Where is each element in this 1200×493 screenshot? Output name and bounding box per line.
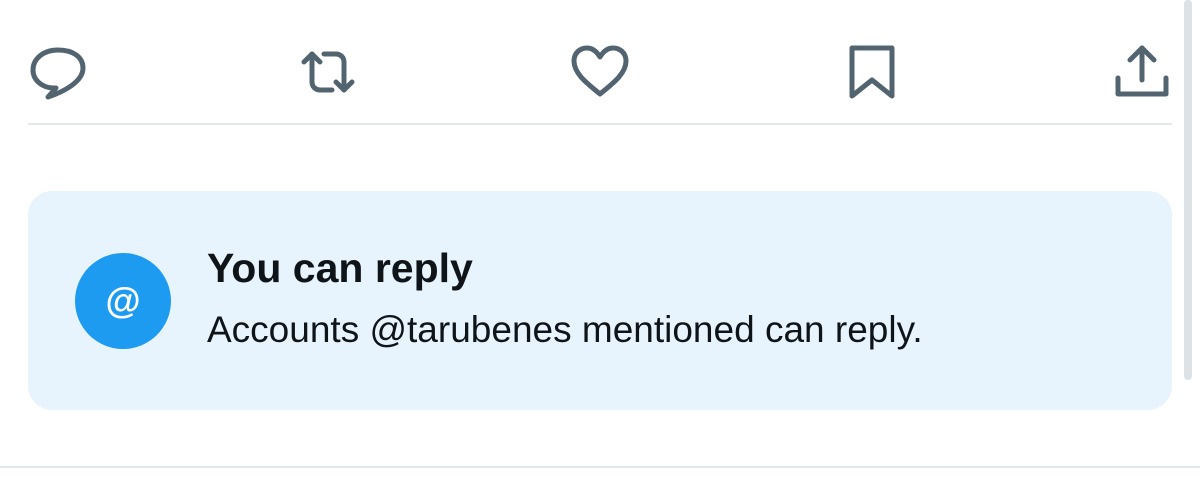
- reply-permission-title: You can reply: [207, 245, 473, 291]
- action-bar-divider: [28, 123, 1172, 125]
- like-button[interactable]: [570, 42, 630, 102]
- reply-permission-card: @ You can reply Accounts @tarubenes ment…: [28, 191, 1172, 410]
- share-button[interactable]: [1112, 42, 1172, 102]
- section-divider: [0, 466, 1200, 468]
- reply-permission-subtitle: Accounts @tarubenes mentioned can reply.: [207, 309, 923, 350]
- share-icon: [1115, 45, 1169, 97]
- tweet-action-bar: [0, 0, 1200, 124]
- reply-button[interactable]: [28, 42, 88, 102]
- at-sign-icon: @: [75, 253, 171, 349]
- retweet-icon: [301, 51, 355, 93]
- retweet-button[interactable]: [298, 42, 358, 102]
- bookmark-button[interactable]: [842, 42, 902, 102]
- bookmark-icon: [849, 45, 895, 99]
- scrollbar[interactable]: [1184, 0, 1192, 380]
- heart-icon: [571, 45, 629, 97]
- comment-icon: [30, 47, 86, 100]
